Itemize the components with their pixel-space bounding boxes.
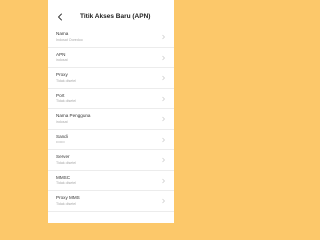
back-button[interactable] <box>55 12 65 22</box>
setting-label: Proxy <box>56 72 68 77</box>
setting-row-username[interactable]: Nama Pengguna indosat <box>48 109 174 130</box>
setting-row-port[interactable]: Port Tidak disetel <box>48 89 174 109</box>
setting-label: Nama <box>56 31 69 36</box>
setting-value: Tidak disetel <box>56 201 77 206</box>
settings-screen: Titik Akses Baru (APN) Nama Indosat Oore… <box>48 0 174 223</box>
setting-label: Proxy MMS <box>56 195 80 200</box>
setting-row-name[interactable]: Nama Indosat Ooredoo <box>48 27 174 48</box>
setting-row-password[interactable]: Sandi ••••••• <box>48 130 174 150</box>
chevron-right-icon <box>162 96 165 101</box>
setting-value: indosat <box>56 119 68 124</box>
setting-label: Sandi <box>56 133 68 139</box>
setting-value: ••••••• <box>56 140 65 144</box>
setting-value: Tidak disetel <box>56 78 77 83</box>
setting-row-server[interactable]: Server Tidak disetel <box>48 150 174 171</box>
chevron-right-icon <box>162 75 165 81</box>
setting-label: Port <box>56 92 65 98</box>
chevron-right-icon <box>162 116 165 122</box>
chevron-right-icon <box>162 198 165 204</box>
chevron-right-icon <box>162 55 165 60</box>
setting-row-mms-proxy[interactable]: Proxy MMS Tidak disetel <box>48 191 174 212</box>
setting-value: Tidak disetel <box>56 160 77 165</box>
setting-label: Nama Pengguna <box>56 113 91 118</box>
setting-value: Tidak disetel <box>56 181 77 185</box>
setting-value: Tidak disetel <box>56 99 77 103</box>
setting-row-apn[interactable]: APN indosat <box>48 48 174 68</box>
setting-row-mmsc[interactable]: MMSC Tidak disetel <box>48 171 174 191</box>
chevron-right-icon <box>162 34 165 40</box>
setting-value: indosat <box>56 58 68 62</box>
chevron-right-icon <box>162 137 165 142</box>
chevron-right-icon <box>162 178 165 183</box>
page-title: Titik Akses Baru (APN) <box>80 13 151 20</box>
setting-value: Indosat Ooredoo <box>56 37 83 42</box>
setting-label: Server <box>56 154 70 159</box>
chevron-right-icon <box>162 157 165 163</box>
setting-row-proxy[interactable]: Proxy Tidak disetel <box>48 68 174 89</box>
app-bar: Titik Akses Baru (APN) <box>48 0 174 27</box>
back-arrow-icon <box>58 13 62 21</box>
apn-settings-list: Nama Indosat Ooredoo APN indosat Proxy T… <box>48 27 174 212</box>
setting-label: MMSC <box>56 174 71 180</box>
setting-label: APN <box>56 51 66 57</box>
